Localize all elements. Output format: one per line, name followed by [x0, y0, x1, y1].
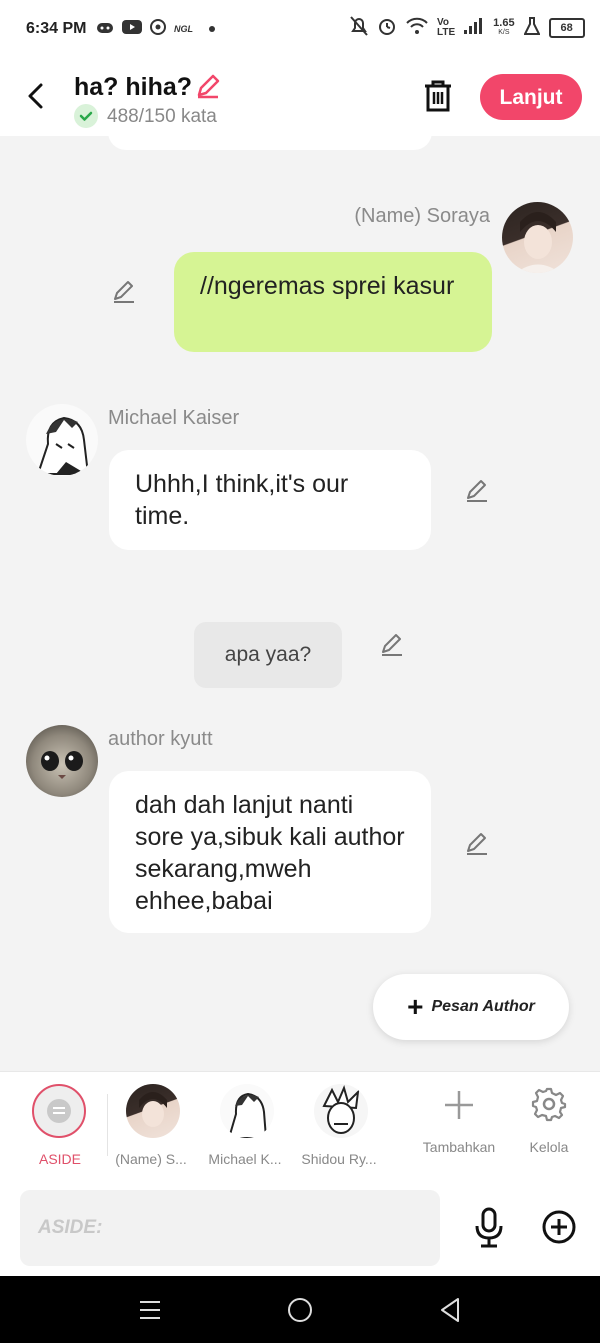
status-time: 6:34 PM	[26, 20, 87, 37]
recent-apps-button[interactable]	[138, 1298, 162, 1322]
plus-icon: +	[407, 991, 424, 1022]
top-header: ha? hiha? 488/150 kata Lanjut	[0, 60, 600, 136]
author-message-label: Pesan Author	[431, 998, 535, 1015]
microphone-icon	[475, 1207, 503, 1248]
ngl-icon: NGL	[174, 24, 193, 34]
mute-bell-icon	[350, 16, 368, 40]
add-character-label: Tambahkan	[422, 1139, 496, 1155]
microphone-button[interactable]	[472, 1206, 506, 1250]
manage-button[interactable]	[531, 1086, 567, 1122]
system-nav-bar	[0, 1276, 600, 1343]
word-count: 488/150 kata	[107, 106, 217, 127]
signal-icon	[464, 18, 484, 38]
previous-bubble-fragment	[108, 130, 432, 150]
character-avatar-michael-kaiser[interactable]	[220, 1084, 274, 1138]
edit-message-button[interactable]	[463, 477, 491, 505]
volte-icon: Vo LTE	[437, 17, 456, 38]
gear-icon	[531, 1087, 567, 1122]
edit-message-button[interactable]	[463, 830, 491, 858]
battery-indicator: 68	[548, 18, 585, 38]
edit-title-button[interactable]	[194, 72, 222, 100]
aside-label: ASIDE	[38, 1151, 81, 1167]
dot-icon	[209, 26, 215, 32]
input-placeholder: ASIDE:	[38, 1217, 103, 1238]
aside-icon	[47, 1099, 71, 1123]
character-avatar-soraya[interactable]	[126, 1084, 180, 1138]
message-input[interactable]: ASIDE:	[20, 1190, 440, 1266]
speaker-name: (Name) Soraya	[354, 205, 490, 227]
menu-icon	[140, 1301, 160, 1319]
pencil-icon	[382, 634, 402, 656]
narration-bubble[interactable]: apa yaa?	[194, 622, 342, 688]
character-label: Michael K...	[208, 1151, 282, 1167]
flask-icon	[522, 17, 541, 39]
home-circle-icon	[288, 1298, 312, 1322]
back-button[interactable]	[22, 80, 52, 112]
pencil-icon	[197, 74, 220, 99]
back-arrow-icon	[28, 83, 43, 109]
trash-icon	[425, 80, 451, 112]
pencil-icon	[114, 281, 134, 303]
whatsapp-icon	[150, 19, 166, 39]
plus-icon	[445, 1091, 473, 1119]
author-message-button[interactable]: + Pesan Author	[373, 974, 569, 1040]
edit-message-button[interactable]	[110, 278, 138, 306]
character-avatar-shidou[interactable]	[314, 1084, 368, 1138]
plus-circle-icon	[542, 1210, 576, 1244]
divider	[107, 1094, 108, 1156]
back-nav-button[interactable]	[438, 1297, 464, 1323]
check-icon	[74, 104, 98, 128]
avatar-soraya[interactable]	[502, 202, 573, 273]
add-character-button[interactable]	[441, 1087, 477, 1123]
message-bubble[interactable]: Uhhh,I think,it's our time.	[109, 450, 431, 550]
speaker-name: Michael Kaiser	[108, 407, 240, 429]
youtube-icon	[122, 20, 142, 38]
status-bar: 6:34 PM NGL Vo LTE 1.65 K/S 68	[0, 0, 600, 60]
gamepad-icon	[96, 21, 114, 38]
edit-narration-button[interactable]	[378, 631, 406, 659]
speaker-name: author kyutt	[108, 728, 213, 750]
character-label: (Name) S...	[115, 1151, 187, 1167]
message-bubble[interactable]: //ngeremas sprei kasur	[174, 252, 492, 352]
message-bubble[interactable]: dah dah lanjut nanti sore ya,sibuk kali …	[109, 771, 431, 933]
home-button[interactable]	[287, 1297, 313, 1323]
avatar-michael-kaiser[interactable]	[26, 404, 98, 476]
back-triangle-icon	[441, 1298, 459, 1322]
add-media-button[interactable]	[541, 1209, 577, 1245]
character-label: Shidou Ry...	[301, 1151, 377, 1167]
pencil-icon	[467, 480, 487, 502]
pencil-icon	[467, 833, 487, 855]
manage-label: Kelola	[529, 1139, 569, 1155]
aside-character-button[interactable]	[32, 1084, 86, 1138]
character-bar: ASIDE (Name) S... Michael K... Shidou Ry…	[0, 1071, 600, 1180]
input-row: ASIDE:	[0, 1180, 600, 1276]
network-speed: 1.65 K/S	[493, 17, 515, 37]
delete-button[interactable]	[422, 78, 454, 114]
alarm-icon	[377, 16, 397, 40]
story-title: ha? hiha?	[74, 73, 193, 101]
wifi-icon	[406, 17, 428, 39]
next-button[interactable]: Lanjut	[480, 74, 582, 120]
avatar-author-kyutt[interactable]	[26, 725, 98, 797]
